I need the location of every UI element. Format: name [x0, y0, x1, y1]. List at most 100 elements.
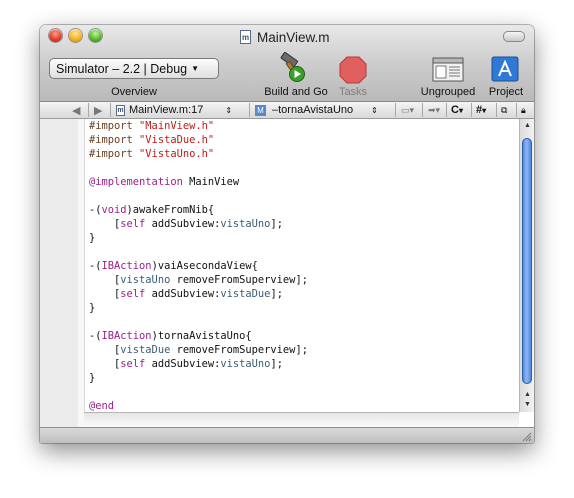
class-hierarchy-popup[interactable]: C ▾	[451, 102, 463, 118]
close-button[interactable]	[49, 29, 62, 42]
code-token: [	[89, 218, 121, 230]
popup-arrow-icon: ▼	[191, 64, 200, 73]
project-icon[interactable]	[490, 55, 520, 83]
code-token: @implementation	[89, 176, 183, 188]
build-and-go-icon[interactable]	[277, 52, 313, 84]
code-token: IBAction	[101, 330, 152, 342]
code-line[interactable]: [vistaUno removeFromSuperview];	[89, 273, 308, 287]
stop-icon	[339, 56, 367, 84]
updown-arrows-icon: ⇕	[371, 105, 378, 115]
code-token: vistaUno	[220, 218, 271, 230]
code-line[interactable]: [self addSubview:vistaDue];	[89, 287, 283, 301]
zoom-button[interactable]	[89, 29, 102, 42]
code-token: self	[120, 288, 146, 300]
code-line[interactable]: }	[89, 371, 95, 385]
code-token: }	[89, 372, 96, 384]
code-token: [	[89, 288, 121, 300]
code-token: removeFromSuperview];	[170, 344, 308, 356]
build-and-go-button[interactable]: Build and Go	[256, 86, 336, 98]
code-token: IBAction	[101, 260, 152, 272]
code-token: )awakeFromNib{	[126, 204, 215, 216]
horizontal-scrollbar[interactable]	[84, 412, 519, 428]
code-token: }	[89, 302, 96, 314]
class-hierarchy-label: C	[451, 104, 459, 116]
scroll-down-icon[interactable]: ▼	[520, 400, 534, 410]
code-token: #import	[89, 120, 140, 132]
overview-popup[interactable]: Simulator – 2.2 | Debug ▼	[49, 58, 219, 79]
code-line[interactable]: [self addSubview:vistaUno];	[89, 357, 283, 371]
code-token: @end	[89, 400, 115, 412]
code-token: "VistaDue.h"	[139, 134, 215, 146]
code-token: MainView	[182, 176, 240, 188]
bookmarks-icon[interactable]: ▭▾	[401, 102, 414, 118]
code-token: vistaUno	[120, 274, 171, 286]
code-editor[interactable]: #import "MainView.h" #import "VistaDue.h"…	[89, 119, 519, 412]
scroll-thumb[interactable]	[522, 138, 532, 384]
code-token: -(	[89, 330, 102, 342]
code-token: [	[89, 274, 121, 286]
code-token: vistaDue	[220, 288, 271, 300]
code-token: vistaDue	[120, 344, 171, 356]
lock-icon[interactable]: 🔒︎	[521, 102, 526, 118]
toolbar-toggle-button[interactable]	[503, 31, 525, 42]
vertical-scrollbar[interactable]: ▲ ▲ ▼	[519, 119, 534, 412]
code-token: self	[120, 218, 146, 230]
scroll-up-icon[interactable]: ▲	[520, 121, 534, 131]
code-line[interactable]: @implementation MainView	[89, 175, 239, 189]
counterpart-icon[interactable]: ⧉	[501, 102, 507, 118]
code-token: vistaUno	[220, 358, 271, 370]
code-token: #import	[89, 148, 140, 160]
file-history-popup[interactable]: m MainView.m:17 ⇕	[116, 102, 232, 118]
resize-grip-icon[interactable]	[521, 431, 532, 442]
navigation-bar: ◀ ▶ m MainView.m:17 ⇕ M –tornaAvistaUno …	[40, 102, 534, 119]
file-history-label: MainView.m:17	[129, 104, 204, 116]
code-line[interactable]: -(IBAction)vaiAsecondaView{	[89, 259, 258, 273]
forward-arrow-icon[interactable]: ▶	[94, 102, 102, 118]
code-line[interactable]: }	[89, 301, 95, 315]
code-line[interactable]: [self addSubview:vistaUno];	[89, 217, 283, 231]
code-token: )tornaAvistaUno{	[151, 330, 252, 342]
code-line[interactable]: #import "VistaUno.h"	[89, 147, 214, 161]
code-token: ];	[270, 218, 283, 230]
code-token: }	[89, 232, 96, 244]
code-token: ];	[270, 358, 283, 370]
scroll-up-icon[interactable]: ▲	[520, 390, 534, 400]
included-files-popup[interactable]: # ▾	[476, 102, 486, 118]
overview-label: Overview	[111, 86, 157, 98]
breakpoints-icon[interactable]: ➡▾	[428, 102, 440, 118]
status-bar	[40, 427, 534, 443]
project-button[interactable]: Project	[483, 86, 529, 98]
code-line[interactable]: [vistaDue removeFromSuperview];	[89, 343, 308, 357]
code-line[interactable]: #import "MainView.h"	[89, 119, 214, 133]
function-popup[interactable]: M –tornaAvistaUno ⇕	[255, 102, 378, 118]
code-line[interactable]: #import "VistaDue.h"	[89, 133, 214, 147]
code-line[interactable]: -(IBAction)tornaAvistaUno{	[89, 329, 252, 343]
function-popup-label: –tornaAvistaUno	[272, 104, 354, 116]
code-token: )vaiAsecondaView{	[151, 260, 258, 272]
ungrouped-button[interactable]: Ungrouped	[413, 86, 483, 98]
window-title: m MainView.m	[240, 27, 330, 47]
ungrouped-icon[interactable]	[431, 55, 465, 83]
code-token: ];	[270, 288, 283, 300]
code-token: "VistaUno.h"	[139, 148, 215, 160]
window-title-text: MainView.m	[257, 29, 330, 45]
code-token: "MainView.h"	[139, 120, 215, 132]
back-arrow-icon[interactable]: ◀	[72, 102, 80, 118]
code-token: void	[101, 204, 127, 216]
code-token: -(	[89, 260, 102, 272]
code-token: #import	[89, 134, 140, 146]
code-token: removeFromSuperview];	[170, 274, 308, 286]
code-line[interactable]: }	[89, 231, 95, 245]
code-line[interactable]: -(void)awakeFromNib{	[89, 203, 214, 217]
file-icon: m	[116, 104, 125, 116]
code-token: self	[120, 358, 146, 370]
toolbar: m MainView.m Simulator – 2.2 | Debug ▼ O…	[40, 25, 534, 102]
tasks-button[interactable]: Tasks	[333, 86, 373, 98]
minimize-button[interactable]	[69, 29, 82, 42]
focus-ribbon	[78, 119, 85, 443]
document-icon: m	[240, 30, 251, 44]
gutter[interactable]	[40, 119, 79, 443]
updown-arrows-icon: ⇕	[225, 105, 233, 115]
code-token: addSubview:	[145, 288, 221, 300]
code-line[interactable]: @end	[89, 399, 114, 413]
